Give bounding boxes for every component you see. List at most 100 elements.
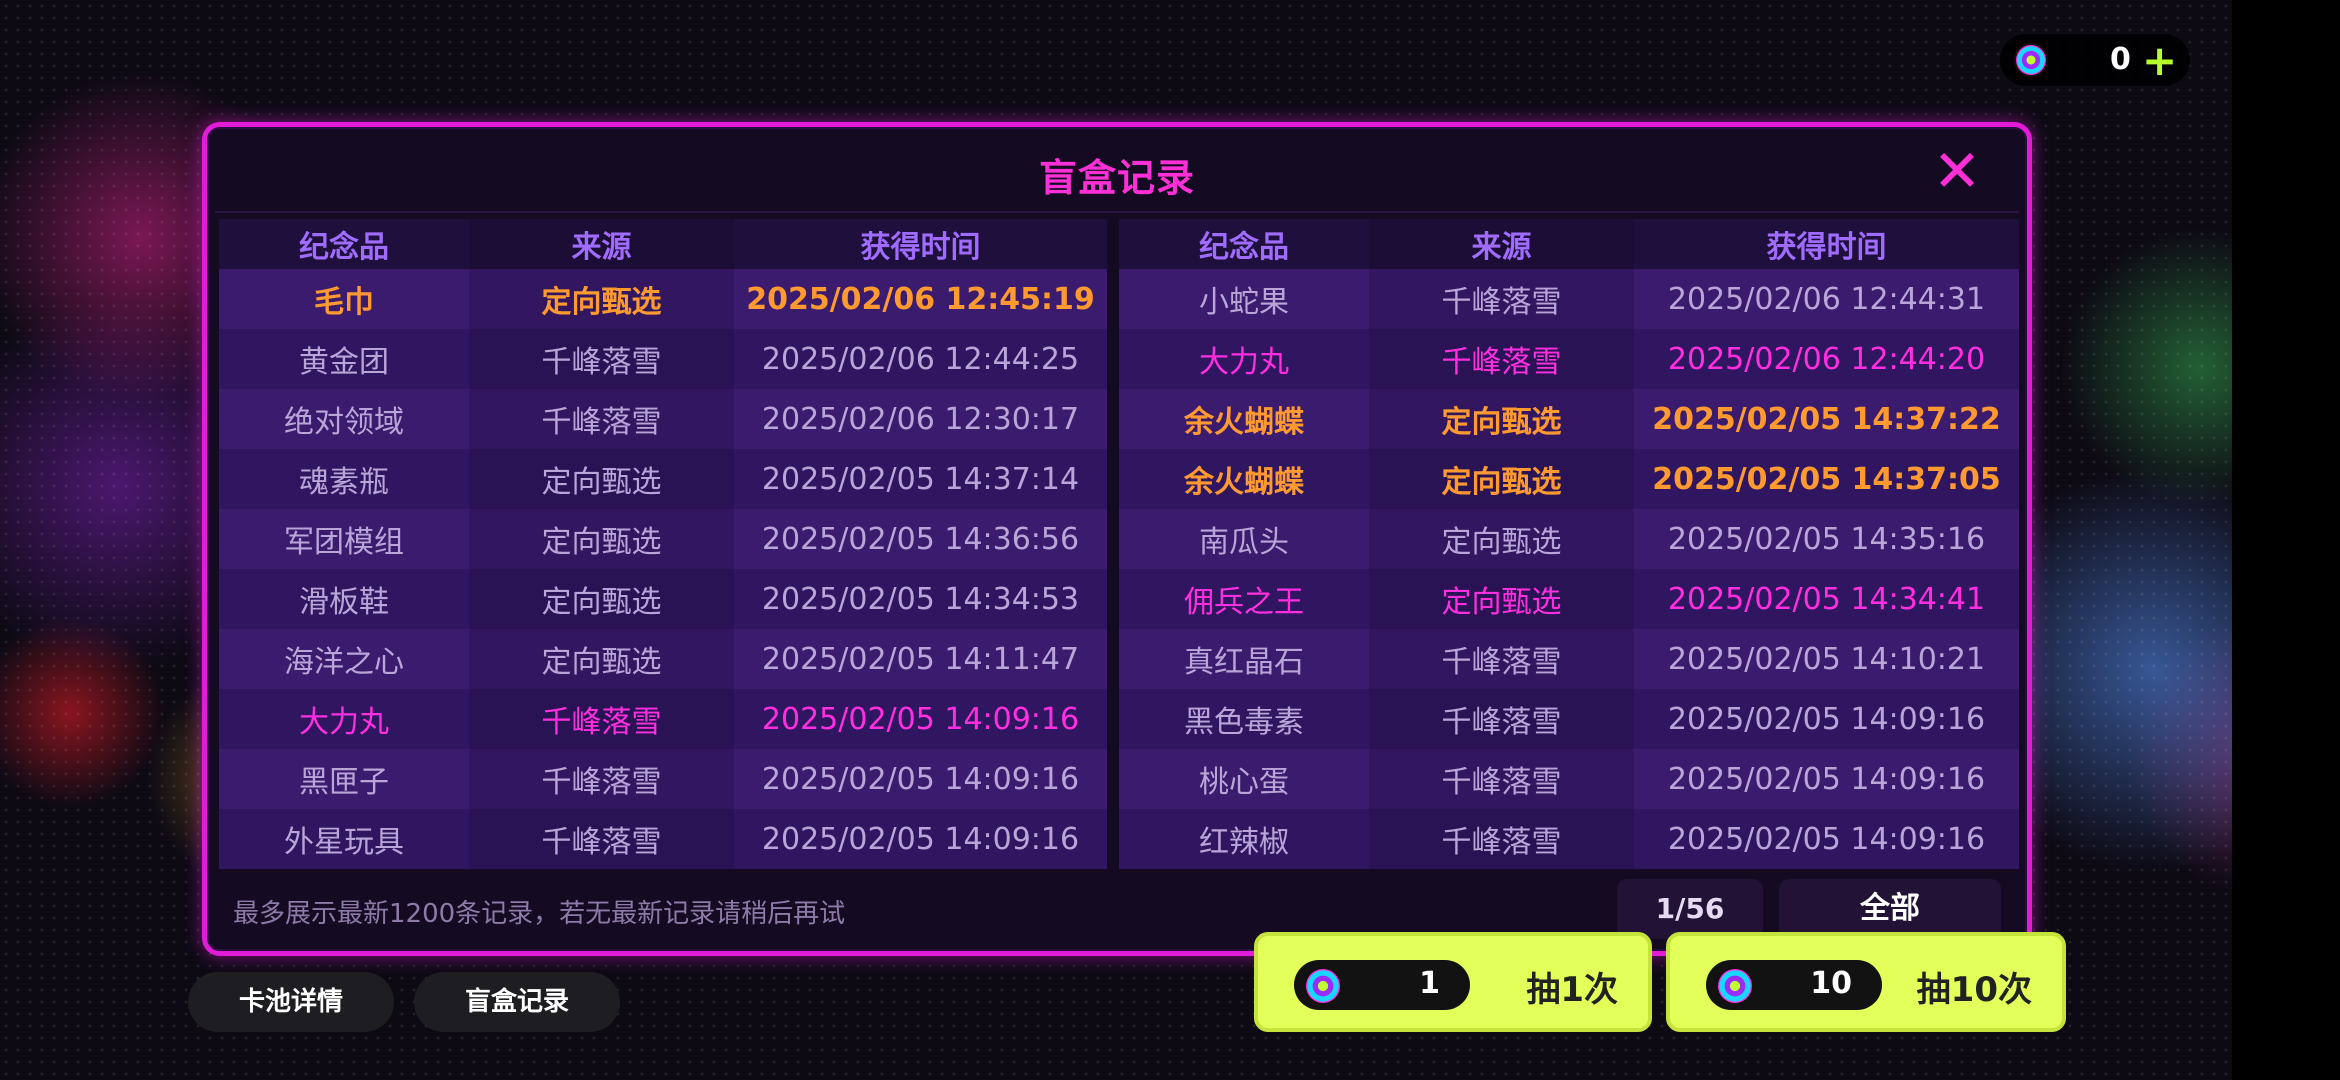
record-item: 外星玩具 [284, 825, 404, 860]
table-row: 南瓜头 定向甄选 2025/02/05 14:35:16 [1119, 509, 2019, 569]
table-row: 外星玩具 千峰落雪 2025/02/05 14:09:16 [219, 809, 1107, 869]
record-item: 海洋之心 [284, 645, 404, 680]
header-time: 获得时间 [1766, 230, 1887, 265]
record-source: 千峰落雪 [1369, 689, 1634, 749]
record-time: 2025/02/06 12:44:25 [761, 341, 1080, 377]
record-source: 千峰落雪 [469, 389, 734, 449]
record-item: 红辣椒 [1199, 825, 1289, 860]
table-row: 滑板鞋 定向甄选 2025/02/05 14:34:53 [219, 569, 1107, 629]
record-time: 2025/02/06 12:44:31 [1667, 281, 1986, 317]
box-records-button[interactable]: 盲盒记录 [414, 972, 620, 1032]
record-item: 余火蝴蝶 [1184, 405, 1304, 440]
gem-coin-icon [1718, 969, 1752, 1003]
table-row: 桃心蛋 千峰落雪 2025/02/05 14:09:16 [1119, 749, 2019, 809]
record-time: 2025/02/05 14:09:16 [761, 821, 1080, 857]
record-source: 千峰落雪 [1369, 749, 1634, 809]
record-item: 黑色毒素 [1184, 705, 1304, 740]
record-time: 2025/02/05 14:09:16 [761, 701, 1080, 737]
header-item: 纪念品 [1199, 230, 1289, 265]
record-time: 2025/02/05 14:37:05 [1652, 461, 2001, 497]
record-source: 定向甄选 [469, 449, 734, 509]
record-time: 2025/02/05 14:34:41 [1667, 581, 1986, 617]
page-indicator: 1/56 [1617, 879, 1763, 939]
record-item: 真红晶石 [1184, 645, 1304, 680]
record-time: 2025/02/05 14:37:14 [761, 461, 1080, 497]
filter-all-button[interactable]: 全部 [1779, 879, 2001, 939]
record-item: 余火蝴蝶 [1184, 465, 1304, 500]
draw-once-button[interactable]: 1 抽1次 [1254, 932, 1652, 1032]
draw-once-label: 抽1次 [1526, 970, 1618, 1010]
record-time: 2025/02/05 14:35:16 [1667, 521, 1986, 557]
draw-cost-amount: 10 [1810, 966, 1852, 1001]
table-row: 绝对领域 千峰落雪 2025/02/06 12:30:17 [219, 389, 1107, 449]
screen-edge-bar [2232, 0, 2340, 1080]
record-source: 千峰落雪 [1369, 269, 1634, 329]
pool-details-button[interactable]: 卡池详情 [188, 972, 394, 1032]
draw-cost: 1 [1294, 960, 1470, 1010]
record-item: 滑板鞋 [299, 585, 389, 620]
draw-ten-button[interactable]: 10 抽10次 [1666, 932, 2066, 1032]
table-row: 小蛇果 千峰落雪 2025/02/06 12:44:31 [1119, 269, 2019, 329]
header-source: 来源 [1369, 219, 1634, 269]
draw-cost-amount: 1 [1419, 966, 1440, 1001]
currency-display: 0 + [2000, 34, 2190, 86]
record-item: 小蛇果 [1199, 285, 1289, 320]
record-table-left: 纪念品 来源 获得时间 毛巾 定向甄选 2025/02/06 12:45:19 黄金团… [219, 219, 1107, 869]
record-item: 南瓜头 [1199, 525, 1289, 560]
header-time: 获得时间 [860, 230, 981, 265]
record-time: 2025/02/05 14:09:16 [1667, 821, 1986, 857]
record-source: 千峰落雪 [1369, 629, 1634, 689]
record-source: 定向甄选 [1369, 449, 1634, 509]
record-item: 军团模组 [284, 525, 404, 560]
record-source: 千峰落雪 [469, 749, 734, 809]
record-source: 定向甄选 [469, 629, 734, 689]
record-source: 千峰落雪 [1369, 329, 1634, 389]
currency-amount: 0 [2110, 42, 2131, 77]
table-row: 黑匣子 千峰落雪 2025/02/05 14:09:16 [219, 749, 1107, 809]
record-limit-note: 最多展示最新1200条记录，若无最新记录请稍后再试 [233, 899, 846, 929]
table-row: 佣兵之王 定向甄选 2025/02/05 14:34:41 [1119, 569, 2019, 629]
record-time: 2025/02/05 14:10:21 [1667, 641, 1986, 677]
record-time: 2025/02/06 12:30:17 [761, 401, 1080, 437]
record-source: 千峰落雪 [469, 329, 734, 389]
record-item: 桃心蛋 [1199, 765, 1289, 800]
header-source: 来源 [469, 219, 734, 269]
table-row: 毛巾 定向甄选 2025/02/06 12:45:19 [219, 269, 1107, 329]
record-source: 千峰落雪 [469, 809, 734, 869]
record-item: 黄金团 [299, 345, 389, 380]
table-row: 余火蝴蝶 定向甄选 2025/02/05 14:37:05 [1119, 449, 2019, 509]
record-item: 大力丸 [1199, 345, 1289, 380]
table-header: 纪念品 来源 获得时间 [219, 219, 1107, 269]
record-source: 定向甄选 [1369, 389, 1634, 449]
record-time: 2025/02/06 12:45:19 [746, 281, 1095, 317]
record-source: 定向甄选 [469, 509, 734, 569]
record-item: 佣兵之王 [1184, 585, 1304, 620]
record-time: 2025/02/05 14:36:56 [761, 521, 1080, 557]
record-source: 定向甄选 [1369, 569, 1634, 629]
record-source: 千峰落雪 [469, 689, 734, 749]
record-table-right: 纪念品 来源 获得时间 小蛇果 千峰落雪 2025/02/06 12:44:31 大力… [1119, 219, 2019, 869]
record-time: 2025/02/06 12:44:20 [1667, 341, 1986, 377]
record-item: 毛巾 [314, 285, 374, 320]
table-row: 海洋之心 定向甄选 2025/02/05 14:11:47 [219, 629, 1107, 689]
table-row: 大力丸 千峰落雪 2025/02/05 14:09:16 [219, 689, 1107, 749]
close-icon[interactable]: ✕ [1927, 141, 1987, 201]
blind-box-record-dialog: 盲盒记录 ✕ 纪念品 来源 获得时间 毛巾 定向甄选 2025/02/06 12:4… [202, 122, 2032, 956]
record-source: 千峰落雪 [1369, 809, 1634, 869]
draw-cost: 10 [1706, 960, 1882, 1010]
add-currency-button[interactable]: + [2142, 36, 2177, 85]
table-row: 红辣椒 千峰落雪 2025/02/05 14:09:16 [1119, 809, 2019, 869]
record-item: 大力丸 [299, 705, 389, 740]
record-item: 绝对领域 [284, 405, 404, 440]
table-header: 纪念品 来源 获得时间 [1119, 219, 2019, 269]
title-divider [215, 211, 2019, 213]
table-row: 余火蝴蝶 定向甄选 2025/02/05 14:37:22 [1119, 389, 2019, 449]
record-item: 黑匣子 [299, 765, 389, 800]
record-time: 2025/02/05 14:09:16 [761, 761, 1080, 797]
table-row: 真红晶石 千峰落雪 2025/02/05 14:10:21 [1119, 629, 2019, 689]
record-time: 2025/02/05 14:34:53 [761, 581, 1080, 617]
record-time: 2025/02/05 14:09:16 [1667, 761, 1986, 797]
table-row: 魂素瓶 定向甄选 2025/02/05 14:37:14 [219, 449, 1107, 509]
header-item: 纪念品 [299, 230, 389, 265]
gem-coin-icon [2016, 45, 2046, 75]
